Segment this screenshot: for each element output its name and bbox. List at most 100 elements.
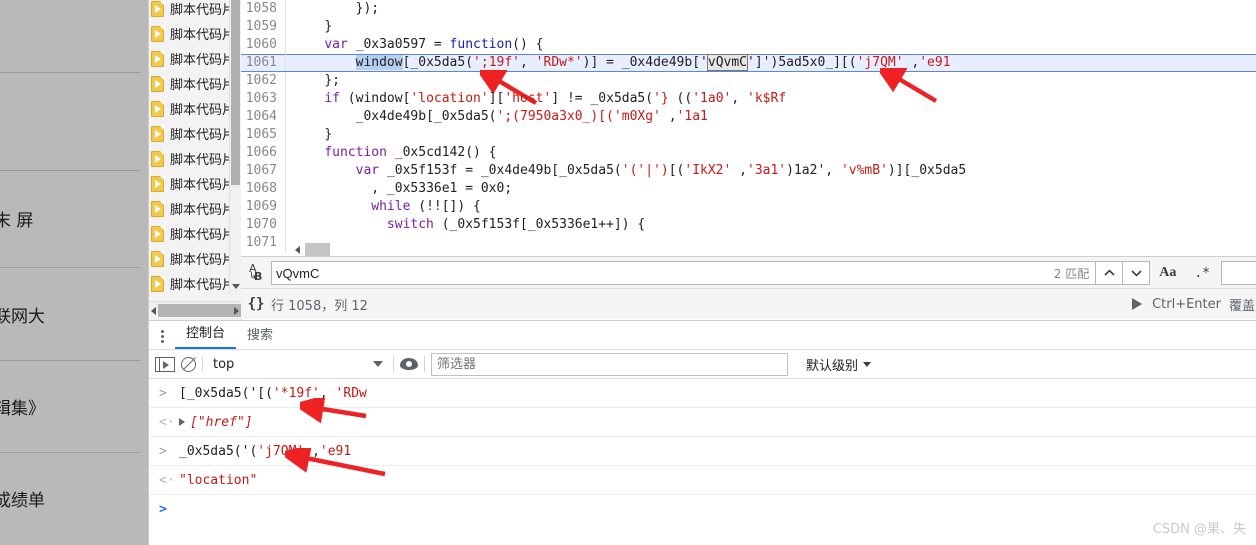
code-token: , <box>660 109 677 124</box>
match-case-button[interactable]: Aa <box>1150 262 1185 284</box>
console-message-list: > [_0x5da5('[('*19f', 'RDw <· ["href"] > _0x5… <box>149 379 1256 523</box>
list-item[interactable]: 脚本代码片段 #3 <box>149 71 241 96</box>
search-input[interactable] <box>272 262 1054 284</box>
tab-console[interactable]: 控制台 <box>175 320 237 349</box>
console-filter-input[interactable] <box>431 352 788 376</box>
expand-triangle-icon[interactable] <box>179 418 185 426</box>
live-expression-icon[interactable] <box>400 358 418 370</box>
execute-context-icon[interactable] <box>155 356 175 372</box>
code-token: )] = _0x4de49b[' <box>582 55 708 70</box>
code-line[interactable]: 1063 if (window['location']['host'] != _… <box>241 90 1256 108</box>
regex-button[interactable]: .* <box>1185 262 1219 284</box>
code-token: , _0x5336e1 = 0x0; <box>371 181 513 196</box>
list-item[interactable]: 脚本代码片段 #4 <box>149 221 241 246</box>
code-text: }); <box>285 0 379 18</box>
editor-status-bar: {} 行 1058，列 12 Ctrl+Enter 覆盖 <box>241 288 1256 319</box>
code-token: '1a1 <box>676 109 708 124</box>
code-text: window[_0x5da5(';19f', 'RDw*')] = _0x4de… <box>285 54 951 72</box>
console-prompt-row[interactable]: > <box>149 495 1256 523</box>
list-item[interactable]: 脚本代码片段 #3 <box>149 21 241 46</box>
search-match-highlight: vQvmC <box>706 54 749 71</box>
list-item[interactable]: 脚本代码片段 #3 <box>149 121 241 146</box>
list-item[interactable]: 脚本代码片段 #4 <box>149 246 241 271</box>
search-next-button[interactable] <box>1122 262 1150 284</box>
code-line[interactable]: 1067 var _0x5f153f = _0x4de49b[_0x5da5('… <box>241 162 1256 180</box>
code-token: _0x4de49b[_0x5da5( <box>355 109 497 124</box>
search-match-count: 2 匹配 <box>1053 266 1090 281</box>
list-item[interactable]: 脚本代码片段 #3 <box>149 0 241 21</box>
replace-ab-icon[interactable]: A ↳ B <box>241 262 271 284</box>
code-line[interactable]: 1065 } <box>241 126 1256 144</box>
navigator-vertical-scrollbar[interactable] <box>229 0 241 295</box>
code-token: if <box>324 91 348 106</box>
editor-search-bar: A↳B 2 匹配 Aa .* <box>241 256 1256 289</box>
code-line[interactable]: 1061 window[_0x5da5(';19f', 'RDw*')] = _… <box>241 54 1256 72</box>
console-prompt-marker-icon: > <box>159 385 167 401</box>
script-file-icon <box>151 125 165 142</box>
script-file-icon <box>151 200 165 217</box>
list-item[interactable]: 脚本代码片段 #3 <box>149 46 241 71</box>
list-item[interactable]: 脚本代码片段 #4 <box>149 196 241 221</box>
tab-search[interactable]: 搜索 <box>236 322 284 349</box>
replace-field-wrapper[interactable] <box>1221 261 1256 285</box>
code-line[interactable]: 1058 }); <box>241 0 1256 18</box>
override-label[interactable]: 覆盖 <box>1229 295 1255 314</box>
code-line[interactable]: 1062 }; <box>241 72 1256 90</box>
page-fragment-row <box>0 72 140 171</box>
code-editor[interactable]: 1058 }); 1059 } 1060 var _0x3a0597 = funct… <box>241 0 1256 258</box>
clear-console-icon[interactable] <box>181 356 196 372</box>
toolbar-divider <box>202 356 203 372</box>
scroll-right-arrow-icon[interactable] <box>234 307 239 315</box>
pretty-print-icon[interactable]: {} <box>241 296 271 312</box>
toolbar-divider <box>424 356 425 372</box>
list-item[interactable]: 脚本代码片段 #3 <box>149 171 241 196</box>
code-token: function <box>324 145 395 160</box>
code-line[interactable]: 1068 , _0x5336e1 = 0x0; <box>241 180 1256 198</box>
console-token: 'RDw <box>335 385 367 401</box>
code-line[interactable]: 1059 } <box>241 18 1256 36</box>
script-file-icon <box>151 275 165 292</box>
code-line[interactable]: 1069 while (!![]) { <box>241 198 1256 216</box>
line-number: 1062 <box>245 73 277 88</box>
scroll-left-arrow-icon[interactable] <box>295 246 300 254</box>
script-file-icon <box>151 250 165 267</box>
search-prev-button[interactable] <box>1095 262 1123 284</box>
code-lines: 1058 }); 1059 } 1060 var _0x3a0597 = funct… <box>241 0 1256 252</box>
scroll-down-arrow-icon[interactable] <box>232 284 240 289</box>
line-number: 1069 <box>245 199 277 214</box>
drawer-more-options-icon[interactable] <box>149 323 175 349</box>
page-fragment-text: 辑集》 <box>0 398 45 419</box>
scrollbar-thumb[interactable] <box>305 243 330 256</box>
console-drawer: 控制台 搜索 top 默认级别 <box>149 320 1256 545</box>
navigator-horizontal-scrollbar[interactable] <box>149 301 241 320</box>
run-snippet-icon[interactable] <box>1132 298 1143 310</box>
code-line[interactable]: 1064 _0x4de49b[_0x5da5(';(7950a3x0_)[('m… <box>241 108 1256 126</box>
cursor-position-label: 行 1058，列 12 <box>271 298 368 314</box>
page-fragment-row: 末 屏 <box>0 170 140 268</box>
list-item[interactable]: 脚本代码片段 #3 <box>149 146 241 171</box>
console-token: "location" <box>179 472 258 488</box>
code-line[interactable]: 1070 switch (_0x5f153f[_0x5336e1++]) { <box>241 216 1256 234</box>
chevron-down-icon <box>863 361 872 367</box>
code-token: '1a0' <box>692 91 732 106</box>
scroll-left-arrow-icon[interactable] <box>151 307 156 315</box>
code-token: ']')5ad5x0_][( <box>747 55 857 70</box>
console-token: 'j7QM' <box>257 443 305 459</box>
console-input-row: > _0x5da5('('j7QM' ,'e91 <box>149 437 1256 466</box>
code-token: ';19f' <box>473 55 521 70</box>
search-field-wrapper[interactable]: 2 匹配 <box>271 261 1151 285</box>
list-item[interactable]: 脚本代码片段 #3 <box>149 96 241 121</box>
code-line[interactable]: 1066 function _0x5cd142() { <box>241 144 1256 162</box>
log-level-select[interactable]: 默认级别 <box>806 355 872 374</box>
scrollbar-thumb[interactable] <box>231 0 240 185</box>
execution-context-select[interactable]: top <box>209 357 387 372</box>
replace-input[interactable] <box>1222 262 1256 282</box>
list-item[interactable]: 脚本代码片段 #4 <box>149 271 241 296</box>
code-line[interactable]: 1060 var _0x3a0597 = function() { <box>241 36 1256 54</box>
scrollbar-thumb[interactable] <box>158 304 241 317</box>
code-text: switch (_0x5f153f[_0x5336e1++]) { <box>285 216 645 234</box>
line-number: 1064 <box>245 109 277 124</box>
code-token: 'IkX2' <box>684 163 732 178</box>
code-token: [_0x5da5( <box>402 55 474 70</box>
page-fragment-text: 末 屏 <box>0 211 34 231</box>
